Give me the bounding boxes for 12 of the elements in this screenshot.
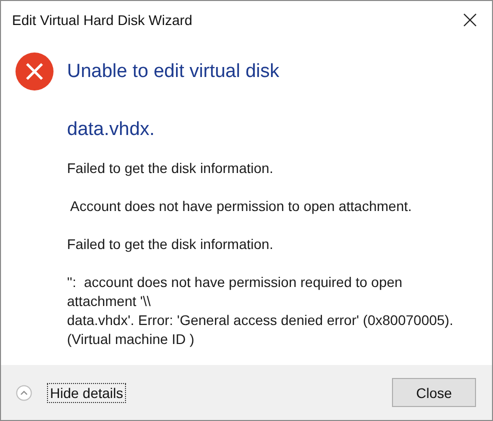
hide-details-button[interactable]: Hide details <box>47 382 126 402</box>
close-icon[interactable] <box>462 12 478 28</box>
error-message: Failed to get the disk information. <box>67 159 274 178</box>
error-icon <box>15 52 54 91</box>
window-title: Edit Virtual Hard Disk Wizard <box>12 12 192 28</box>
error-message: Account does not have permission to open attachment. <box>69 197 413 216</box>
error-message: Failed to get the disk information. <box>67 235 274 254</box>
chevron-icon[interactable] <box>16 384 32 400</box>
file-name: data.vhdx. <box>67 119 156 141</box>
error-message: '': account does not have permission required to open attachment '\\ data.vhdx'. Error: 'General access denied error' (0x80070005). (Virtual machine ID ) <box>67 273 454 349</box>
close-button[interactable]: Close <box>392 378 476 407</box>
error-heading: Unable to edit virtual disk <box>67 60 280 82</box>
